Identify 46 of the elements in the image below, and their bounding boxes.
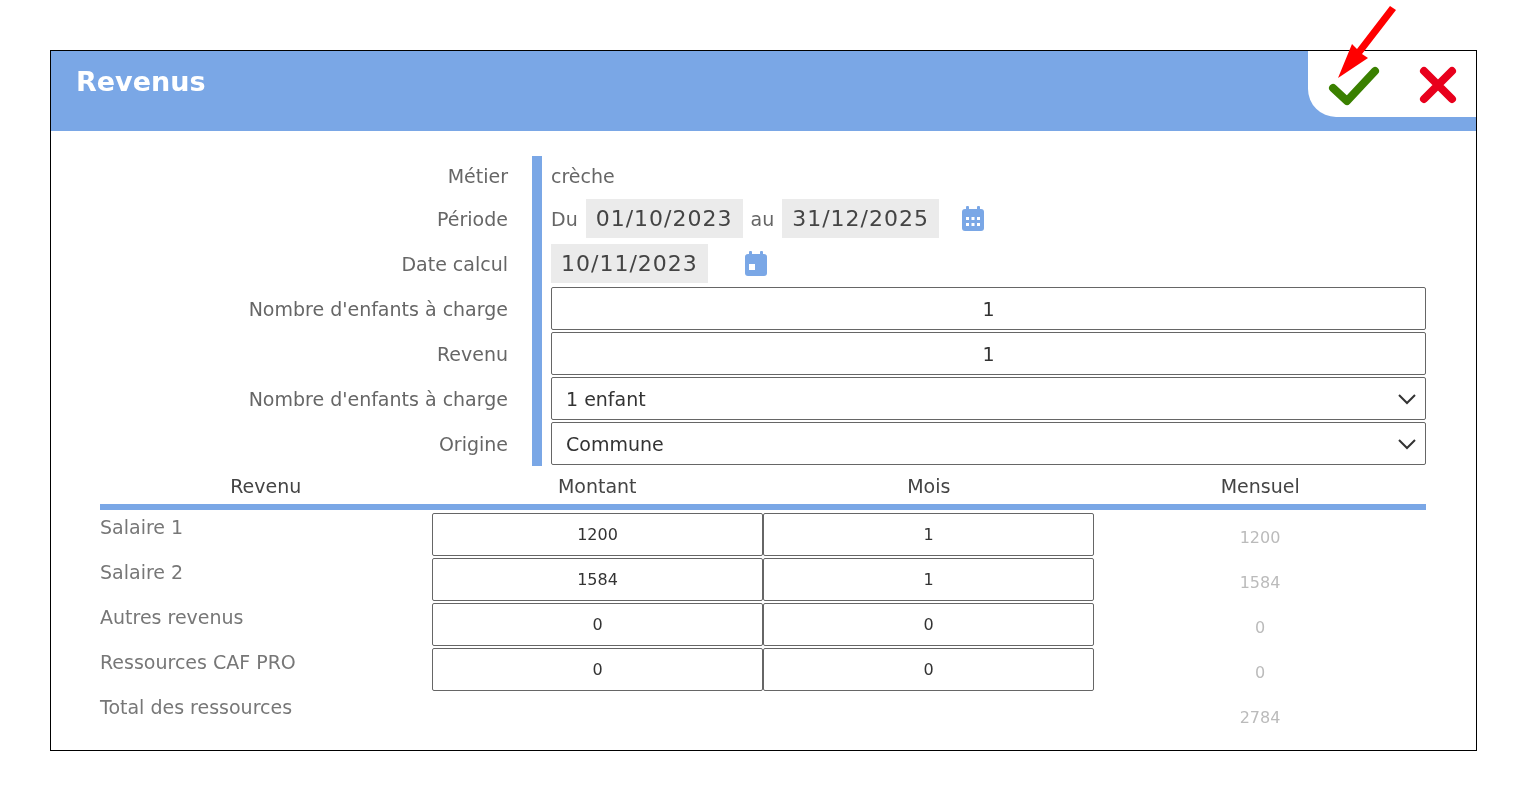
amount-field[interactable]: 0 (432, 603, 763, 646)
field-label: Nombre d'enfants à charge (248, 297, 508, 320)
checkmark-icon (1327, 64, 1380, 106)
months-field[interactable]: 0 (763, 603, 1094, 646)
period-label: Du (551, 207, 578, 230)
column-header: Mensuel (1219, 475, 1301, 497)
chevron-down-icon (1397, 392, 1417, 405)
number-field[interactable]: 1 (551, 287, 1426, 330)
column-header: Revenu (229, 475, 303, 497)
row-label: Ressources CAF PRO (100, 650, 297, 673)
dialog-title: Revenus (75, 65, 206, 97)
monthly-value: 1584 (1238, 572, 1282, 592)
months-field[interactable]: 0 (763, 648, 1094, 691)
amount-field[interactable]: 0 (432, 648, 763, 691)
months-field[interactable]: 1 (763, 558, 1094, 601)
calendar-icon[interactable] (743, 250, 768, 277)
monthly-value: 0 (1253, 662, 1267, 682)
date-field[interactable]: 01/10/2023 (585, 199, 743, 238)
field-label: Origine (438, 432, 508, 455)
row-label: Autres revenus (100, 605, 245, 628)
calendar-icon[interactable] (961, 205, 985, 232)
field-label: Métier (447, 165, 508, 187)
total-label: Total des ressources (100, 695, 294, 718)
field-value: crèche (551, 165, 615, 187)
total-value: 2784 (1238, 707, 1282, 727)
dropdown[interactable]: Commune (551, 422, 1426, 465)
close-icon (1418, 66, 1457, 104)
field-label: Revenu (436, 342, 508, 365)
field-label: Date calcul (401, 252, 508, 275)
chevron-down-icon (1397, 437, 1417, 450)
amount-field[interactable]: 1200 (432, 513, 763, 556)
monthly-value: 1200 (1238, 527, 1282, 547)
amount-field[interactable]: 1584 (432, 558, 763, 601)
row-label: Salaire 1 (100, 515, 185, 538)
date-field[interactable]: 31/12/2025 (782, 199, 939, 238)
number-field[interactable]: 1 (551, 332, 1426, 375)
row-label: Salaire 2 (100, 560, 185, 583)
column-header: Montant (556, 475, 638, 497)
field-label: Période (437, 207, 508, 230)
period-label: au (750, 207, 775, 230)
field-label: Nombre d'enfants à charge (248, 387, 508, 410)
months-field[interactable]: 1 (763, 513, 1094, 556)
date-field[interactable]: 10/11/2023 (551, 244, 708, 283)
column-header: Mois (906, 475, 952, 497)
monthly-value: 0 (1253, 617, 1267, 637)
dropdown[interactable]: 1 enfant (551, 377, 1426, 420)
